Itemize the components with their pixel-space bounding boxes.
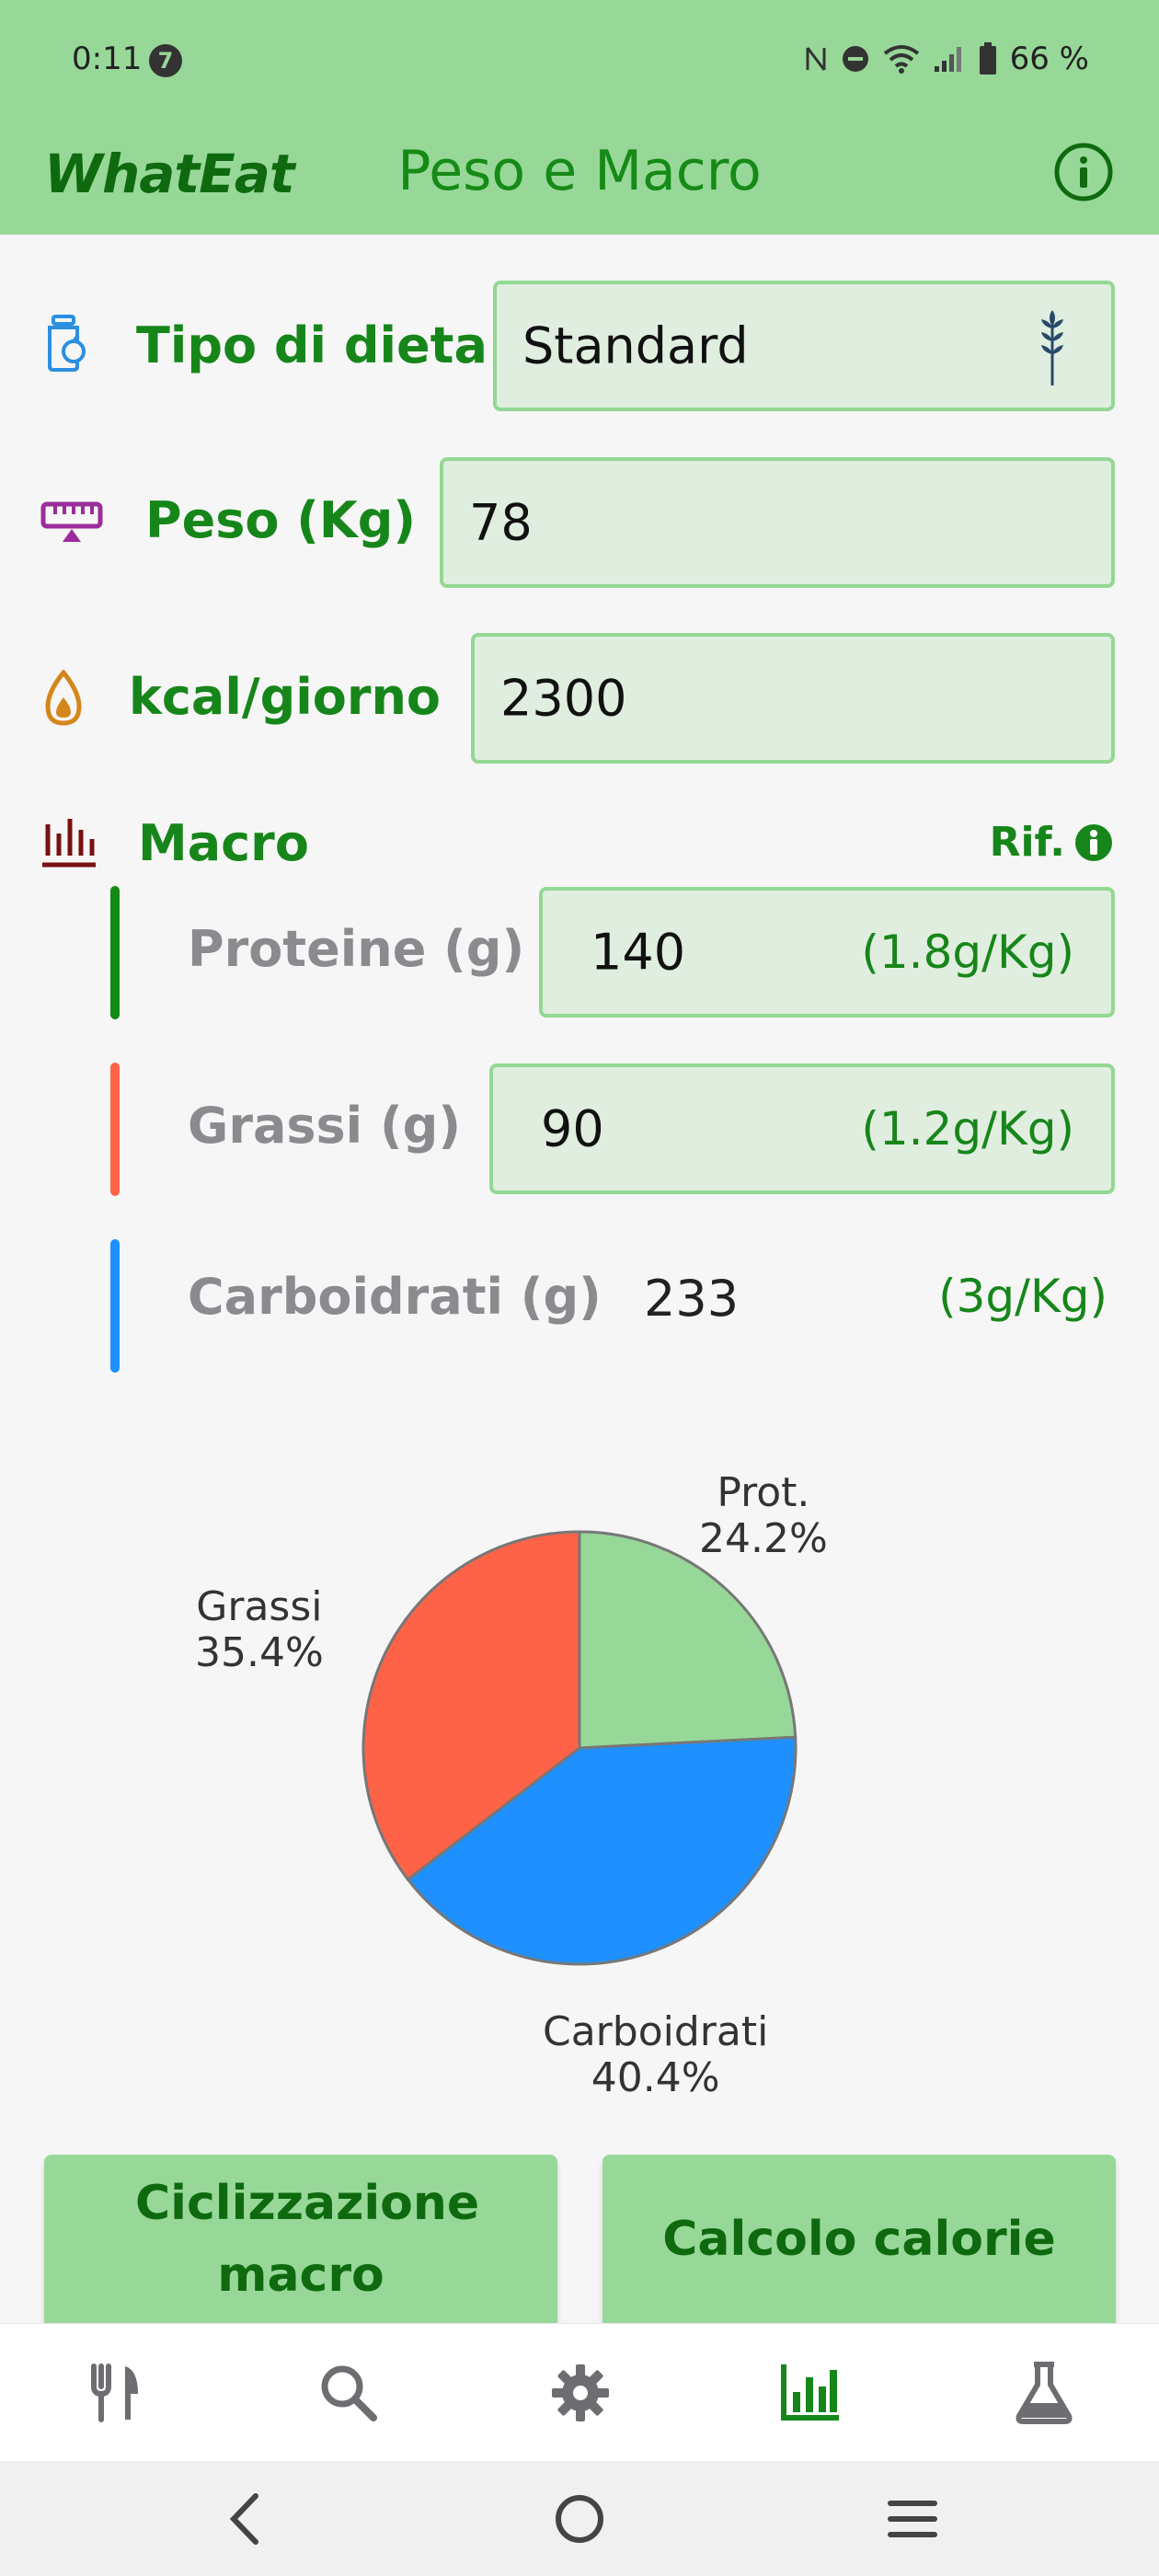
reference-link[interactable]: Rif.: [990, 819, 1113, 866]
gear-icon[interactable]: [548, 2361, 613, 2425]
status-bar: 0:11 7 66 %: [0, 0, 1159, 124]
fat-input[interactable]: 90 (1.2g/Kg): [489, 1064, 1115, 1194]
macro-cycling-button[interactable]: Ciclizzazione macro: [44, 2155, 557, 2323]
fat-value: 90: [541, 1099, 604, 1158]
weight-label: Peso (Kg): [145, 491, 417, 549]
carbs-per-kg: (3g/Kg): [938, 1270, 1107, 1323]
notification-count-badge: 7: [149, 44, 182, 77]
chart-bar-icon[interactable]: [778, 2361, 843, 2425]
wifi-icon: [883, 45, 919, 74]
kcal-value: 2300: [500, 669, 627, 728]
do-not-disturb-icon: [842, 46, 868, 72]
diet-jar-icon: [48, 315, 86, 372]
info-icon[interactable]: [1052, 141, 1115, 203]
weight-value: 78: [469, 493, 533, 552]
calorie-calc-label: Calcolo calorie: [662, 2211, 1056, 2267]
diet-type-select[interactable]: Standard: [493, 281, 1115, 411]
recent-apps-icon[interactable]: [885, 2487, 940, 2551]
carbs-label: Carboidrati (g): [188, 1268, 602, 1326]
protein-value: 140: [591, 923, 686, 982]
scale-icon: [40, 501, 103, 542]
carbs-color-bar: [110, 1239, 120, 1373]
fat-per-kg: (1.2g/Kg): [861, 1102, 1074, 1156]
macro-title: Macro: [138, 814, 309, 872]
pie-label-protein-percent: 24.2%: [699, 1515, 828, 1562]
signal-icon: [934, 47, 961, 72]
back-icon[interactable]: [221, 2487, 267, 2551]
fork-knife-icon[interactable]: [85, 2361, 149, 2425]
status-time: 0:11: [72, 40, 143, 77]
info-icon: [1075, 823, 1112, 861]
battery-percent: 66 %: [1009, 40, 1089, 77]
protein-input[interactable]: 140 (1.8g/Kg): [539, 887, 1115, 1018]
status-icons: 66 %: [804, 40, 1089, 77]
protein-per-kg: (1.8g/Kg): [861, 926, 1074, 979]
search-icon[interactable]: [316, 2361, 381, 2425]
pie-label-fat-percent: 35.4%: [195, 1629, 324, 1676]
weight-input[interactable]: 78: [440, 457, 1115, 588]
protein-color-bar: [110, 886, 120, 1019]
system-navigation-bar: [0, 2461, 1159, 2576]
diet-type-label: Tipo di dieta: [136, 316, 488, 374]
pie-label-carbs: Carboidrati 40.4%: [543, 2009, 768, 2101]
battery-icon: [979, 42, 996, 75]
pie-slice-protein: [578, 1530, 798, 1750]
diet-type-value: Standard: [522, 316, 749, 375]
macro-pie-chart: [361, 1530, 798, 1966]
carbs-value: 233: [644, 1270, 740, 1328]
pie-label-protein: Prot. 24.2%: [699, 1470, 828, 1562]
pie-label-fat-name: Grassi: [196, 1583, 323, 1630]
fat-color-bar: [110, 1063, 120, 1196]
macro-cycling-label: Ciclizzazione macro: [135, 2175, 480, 2303]
pie-label-carbs-name: Carboidrati: [543, 2008, 769, 2055]
app-bar: WhatEat Peso e Macro: [0, 124, 1159, 235]
flask-icon[interactable]: [1012, 2361, 1076, 2425]
pie-label-fat: Grassi 35.4%: [195, 1584, 324, 1676]
calorie-calc-button[interactable]: Calcolo calorie: [602, 2155, 1116, 2323]
macro-chart-icon: [42, 819, 96, 868]
kcal-input[interactable]: 2300: [471, 633, 1115, 764]
nfc-icon: [806, 47, 826, 71]
protein-label: Proteine (g): [188, 920, 525, 978]
flame-icon: [45, 670, 82, 726]
kcal-label: kcal/giorno: [129, 668, 442, 726]
pie-label-carbs-percent: 40.4%: [591, 2054, 720, 2101]
reference-label: Rif.: [989, 819, 1065, 866]
pie-label-protein-name: Prot.: [717, 1469, 810, 1516]
page-title: Peso e Macro: [397, 139, 762, 203]
fat-label: Grassi (g): [188, 1097, 461, 1155]
wheat-icon: [1041, 310, 1063, 385]
home-icon[interactable]: [550, 2487, 609, 2551]
bottom-navigation: [0, 2323, 1159, 2462]
